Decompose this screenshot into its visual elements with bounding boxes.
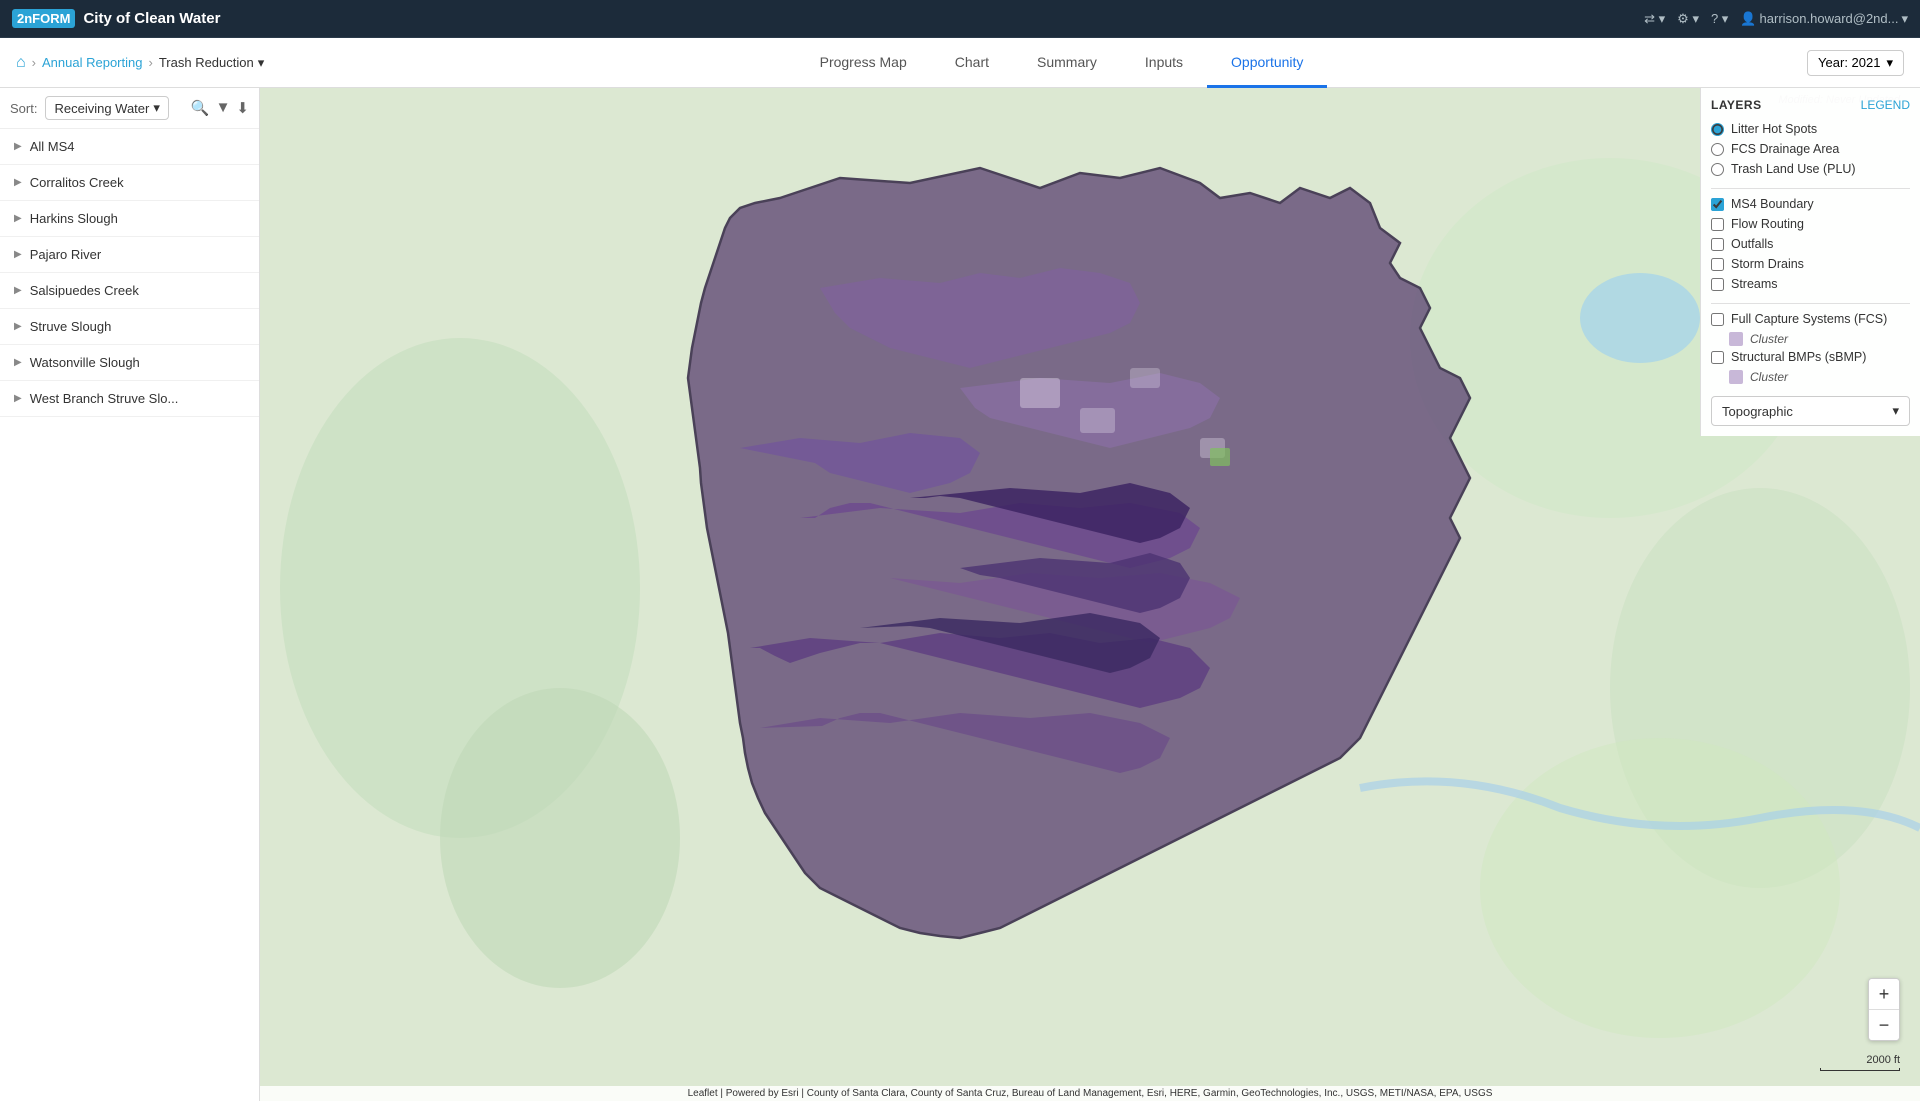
settings-button[interactable]: ⚙ ▾ — [1677, 11, 1699, 27]
download-icon[interactable]: ⬇ — [236, 99, 249, 117]
sidebar-toolbar: Sort: Receiving Water ▾ 🔍 ▼ ⬇ — [0, 88, 259, 129]
zoom-controls: + − — [1868, 978, 1900, 1041]
sort-label: Sort: — [10, 101, 37, 116]
help-button[interactable]: ? ▾ — [1711, 11, 1728, 27]
tab-bar: ⌂ › Annual Reporting › Trash Reduction ▾… — [0, 38, 1920, 88]
sidebar: Sort: Receiving Water ▾ 🔍 ▼ ⬇ ▶ All MS4 … — [0, 88, 260, 1101]
sidebar-icons: 🔍 ▼ ⬇ — [191, 99, 249, 117]
scale-bar: 2000 ft — [1820, 1054, 1900, 1071]
fcs-cluster-label: Cluster — [1729, 332, 1910, 346]
layer-trash-land-use[interactable]: Trash Land Use (PLU) — [1711, 162, 1910, 176]
legend-button[interactable]: LEGEND — [1861, 98, 1910, 112]
sort-select[interactable]: Receiving Water ▾ — [45, 96, 168, 120]
user-menu[interactable]: 👤 harrison.howard@2nd... ▾ — [1740, 11, 1908, 27]
tab-progress-map[interactable]: Progress Map — [796, 38, 931, 88]
expand-arrow: ▶ — [14, 249, 22, 260]
nav-right: ⇄ ▾ ⚙ ▾ ? ▾ 👤 harrison.howard@2nd... ▾ — [1644, 11, 1908, 27]
radio-layers-group: Litter Hot Spots FCS Drainage Area Trash… — [1711, 122, 1910, 176]
layer-outfalls[interactable]: Outfalls — [1711, 237, 1910, 251]
layer-fcs-drainage-area[interactable]: FCS Drainage Area — [1711, 142, 1910, 156]
basemap-selector[interactable]: Topographic ▾ — [1711, 396, 1910, 426]
layer-fcs-cluster-radio[interactable]: Full Capture Systems (FCS) — [1711, 312, 1910, 326]
sbmp-cluster-swatch — [1729, 370, 1743, 384]
layer-storm-drains[interactable]: Storm Drains — [1711, 257, 1910, 271]
map-area[interactable]: Modified: Never Updated LAYERS LEGEND Li… — [260, 88, 1920, 1101]
expand-arrow: ▶ — [14, 285, 22, 296]
layers-header: LAYERS LEGEND — [1711, 98, 1910, 112]
main-content: Sort: Receiving Water ▾ 🔍 ▼ ⬇ ▶ All MS4 … — [0, 88, 1920, 1101]
sidebar-item-pajaro-river[interactable]: ▶ Pajaro River — [0, 237, 259, 273]
zoom-out-button[interactable]: − — [1869, 1010, 1899, 1040]
year-selector[interactable]: Year: 2021 ▾ — [1807, 50, 1904, 76]
zoom-in-button[interactable]: + — [1869, 979, 1899, 1009]
tab-inputs[interactable]: Inputs — [1121, 38, 1207, 88]
breadcrumb-annual-reporting[interactable]: Annual Reporting — [42, 55, 142, 70]
tab-summary[interactable]: Summary — [1013, 38, 1121, 88]
sync-button[interactable]: ⇄ ▾ — [1644, 11, 1665, 27]
sidebar-item-watsonville-slough[interactable]: ▶ Watsonville Slough — [0, 345, 259, 381]
cluster-layers-group: Full Capture Systems (FCS) Cluster Struc… — [1711, 312, 1910, 384]
filter-icon[interactable]: ▼ — [216, 99, 231, 117]
search-icon[interactable]: 🔍 — [191, 99, 210, 117]
layer-divider-2 — [1711, 303, 1910, 304]
expand-arrow: ▶ — [14, 357, 22, 368]
logo-area: 2nFORM City of Clean Water — [12, 9, 220, 28]
layer-litter-hot-spots[interactable]: Litter Hot Spots — [1711, 122, 1910, 136]
top-navigation: 2nFORM City of Clean Water ⇄ ▾ ⚙ ▾ ? ▾ 👤… — [0, 0, 1920, 38]
basemap-chevron-icon: ▾ — [1892, 403, 1899, 419]
sidebar-item-all-ms4[interactable]: ▶ All MS4 — [0, 129, 259, 165]
layer-flow-routing[interactable]: Flow Routing — [1711, 217, 1910, 231]
layer-divider-1 — [1711, 188, 1910, 189]
sidebar-item-salsipuedes-creek[interactable]: ▶ Salsipuedes Creek — [0, 273, 259, 309]
sidebar-list: ▶ All MS4 ▶ Corralitos Creek ▶ Harkins S… — [0, 129, 259, 1101]
layer-streams[interactable]: Streams — [1711, 277, 1910, 291]
map-overlay-svg — [260, 88, 1920, 1101]
sidebar-item-harkins-slough[interactable]: ▶ Harkins Slough — [0, 201, 259, 237]
layer-ms4-boundary[interactable]: MS4 Boundary — [1711, 197, 1910, 211]
checkbox-layers-group: MS4 Boundary Flow Routing Outfalls Storm… — [1711, 197, 1910, 291]
sidebar-item-corralitos-creek[interactable]: ▶ Corralitos Creek — [0, 165, 259, 201]
expand-arrow: ▶ — [14, 141, 22, 152]
layer-sbmp-cluster-radio[interactable]: Structural BMPs (sBMP) — [1711, 350, 1910, 364]
tabs-container: Progress Map Chart Summary Inputs Opport… — [316, 38, 1807, 87]
tab-opportunity[interactable]: Opportunity — [1207, 38, 1327, 88]
tab-chart[interactable]: Chart — [931, 38, 1013, 88]
sidebar-item-struve-slough[interactable]: ▶ Struve Slough — [0, 309, 259, 345]
scale-line — [1820, 1068, 1900, 1071]
logo-icon: 2nFORM — [12, 9, 75, 28]
app-name: City of Clean Water — [83, 10, 220, 27]
home-icon[interactable]: ⌂ — [16, 54, 26, 72]
sidebar-item-west-branch[interactable]: ▶ West Branch Struve Slo... — [0, 381, 259, 417]
sbmp-cluster-label: Cluster — [1729, 370, 1910, 384]
layers-title: LAYERS — [1711, 98, 1762, 112]
breadcrumb: ⌂ › Annual Reporting › Trash Reduction ▾ — [16, 54, 276, 72]
expand-arrow: ▶ — [14, 321, 22, 332]
layers-panel: LAYERS LEGEND Litter Hot Spots FCS Drain… — [1700, 88, 1920, 436]
expand-arrow: ▶ — [14, 213, 22, 224]
map-attribution: Leaflet | Powered by Esri | County of Sa… — [260, 1086, 1920, 1101]
fcs-cluster-swatch — [1729, 332, 1743, 346]
breadcrumb-trash-reduction[interactable]: Trash Reduction ▾ — [159, 55, 264, 71]
expand-arrow: ▶ — [14, 177, 22, 188]
expand-arrow: ▶ — [14, 393, 22, 404]
